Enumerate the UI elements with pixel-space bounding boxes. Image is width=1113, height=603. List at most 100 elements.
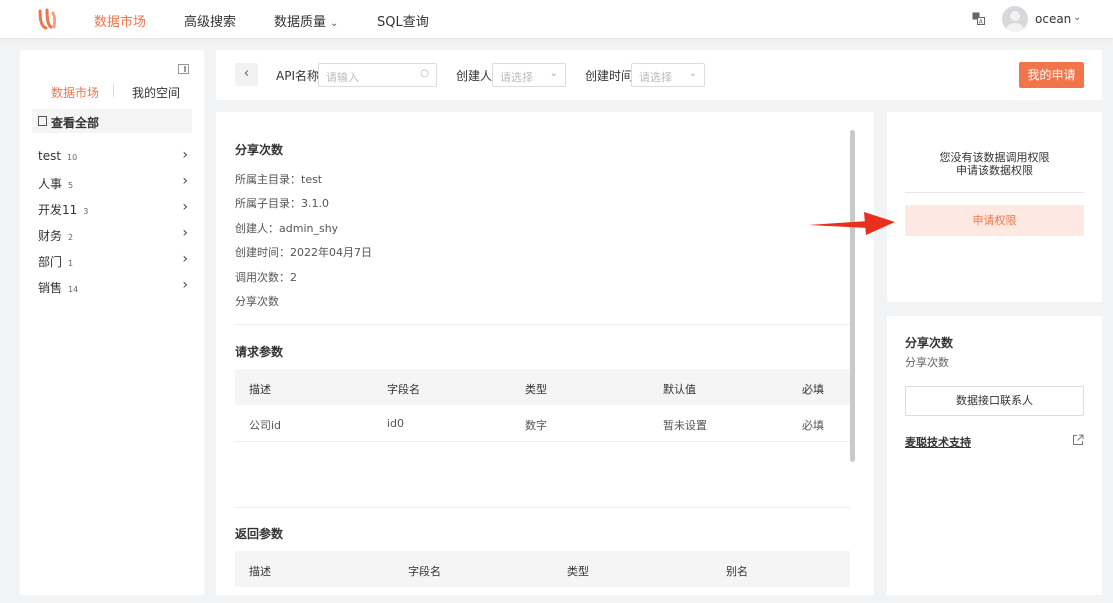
back-button[interactable]: ‹ bbox=[235, 63, 258, 86]
column-header: 别名 bbox=[726, 565, 748, 578]
category-count: 14 bbox=[68, 285, 79, 294]
api-detail-panel: 分享次数 所属主目录：test 所属子目录：3.1.0 创建人：admin_sh… bbox=[216, 112, 874, 595]
column-header: 字段名 bbox=[408, 565, 441, 578]
chevron-right-icon: › bbox=[182, 251, 188, 267]
chevron-down-icon: ⌄ bbox=[330, 18, 339, 29]
category-count: 1 bbox=[68, 259, 74, 268]
nav-data-quality[interactable]: 数据质量 ⌄ bbox=[274, 11, 338, 30]
request-params-title: 请求参数 bbox=[235, 345, 284, 359]
chevron-right-icon: › bbox=[182, 173, 188, 189]
info-main-dir: 所属主目录：test bbox=[235, 173, 323, 186]
sidebar-item-sales[interactable]: 销售 14 › bbox=[38, 277, 188, 297]
logo-icon[interactable] bbox=[37, 8, 59, 30]
sidebar: 数据市场 我的空间 查看全部 test 10 › 人事 5 › 开发11 3 › 财务… bbox=[20, 50, 204, 595]
contact-panel: 分享次数 分享次数 数据接口联系人 麦聪技术支持 bbox=[887, 316, 1102, 595]
view-all-label: 查看全部 bbox=[51, 116, 100, 130]
created-time-select[interactable]: 请选择 ⌄ bbox=[631, 63, 705, 87]
category-name: 人事 5 bbox=[38, 177, 74, 191]
column-header: 描述 bbox=[249, 565, 271, 578]
table-cell: 必填 bbox=[802, 419, 824, 432]
nav-data-quality-label: 数据质量 bbox=[274, 15, 327, 30]
column-header: 必填 bbox=[802, 383, 824, 396]
nav-data-market[interactable]: 数据市场 bbox=[94, 11, 146, 30]
sidebar-item-dev[interactable]: 开发11 3 › bbox=[38, 199, 188, 219]
info-call-count: 调用次数：2 bbox=[235, 271, 297, 284]
scrollbar[interactable] bbox=[850, 130, 855, 462]
table-row: 公司id id0 数字 暂未设置 必填 bbox=[235, 405, 850, 442]
view-all-button[interactable]: 查看全部 bbox=[32, 109, 192, 133]
request-params-header: 描述 字段名 类型 默认值 必填 bbox=[235, 369, 850, 405]
return-params-title: 返回参数 bbox=[235, 527, 284, 541]
language-icon[interactable]: A bbox=[972, 12, 985, 25]
external-link-icon[interactable] bbox=[1072, 434, 1084, 446]
api-name-label: API名称 bbox=[276, 69, 319, 83]
info-sub-dir: 所属子目录：3.1.0 bbox=[235, 197, 329, 210]
api-contact-button[interactable]: 数据接口联系人 bbox=[905, 386, 1084, 416]
return-params-header: 描述 字段名 类型 别名 bbox=[235, 551, 850, 587]
sidebar-item-finance[interactable]: 财务 2 › bbox=[38, 225, 188, 245]
info-share-count: 分享次数 bbox=[235, 295, 279, 308]
creator-placeholder: 请选择 bbox=[500, 71, 533, 84]
category-count: 5 bbox=[68, 181, 74, 190]
red-arrow-icon bbox=[808, 212, 895, 235]
table-cell: 公司id bbox=[249, 419, 282, 432]
category-name: test 10 bbox=[38, 149, 78, 163]
permission-panel: 您没有该数据调用权限 申请该数据权限 申请权限 bbox=[887, 112, 1102, 302]
collapse-sidebar-icon[interactable] bbox=[178, 64, 189, 74]
edit-doc-icon bbox=[38, 116, 47, 126]
chevron-right-icon: › bbox=[182, 225, 188, 241]
divider bbox=[905, 192, 1084, 193]
my-apply-button[interactable]: 我的申请 bbox=[1019, 62, 1084, 88]
nav-advanced-search[interactable]: 高级搜索 bbox=[184, 11, 236, 30]
column-header: 描述 bbox=[249, 383, 271, 396]
chevron-down-icon[interactable]: ⌄ bbox=[1073, 12, 1081, 23]
category-name: 部门 1 bbox=[38, 255, 74, 269]
tab-divider bbox=[113, 84, 114, 97]
contact-panel-title: 分享次数 bbox=[905, 336, 954, 350]
nav-sql-query[interactable]: SQL查询 bbox=[377, 11, 429, 30]
apply-permission-button[interactable]: 申请权限 bbox=[905, 205, 1084, 236]
detail-title: 分享次数 bbox=[235, 143, 284, 157]
column-header: 字段名 bbox=[387, 383, 420, 396]
created-time-placeholder: 请选择 bbox=[639, 71, 672, 84]
chevron-right-icon: › bbox=[182, 199, 188, 215]
section-divider bbox=[235, 507, 850, 508]
chevron-right-icon: › bbox=[182, 147, 188, 163]
table-cell: 暂未设置 bbox=[663, 419, 707, 432]
column-header: 类型 bbox=[567, 565, 589, 578]
creator-select[interactable]: 请选择 ⌄ bbox=[492, 63, 566, 87]
column-header: 默认值 bbox=[663, 383, 696, 396]
sidebar-item-hr[interactable]: 人事 5 › bbox=[38, 173, 188, 193]
category-count: 3 bbox=[83, 207, 89, 216]
tab-data-market[interactable]: 数据市场 bbox=[51, 84, 99, 101]
chevron-left-icon: ‹ bbox=[243, 66, 250, 81]
creator-label: 创建人 bbox=[456, 69, 493, 83]
table-cell: 数字 bbox=[525, 419, 547, 432]
category-count: 10 bbox=[67, 153, 78, 162]
contact-panel-subtitle: 分享次数 bbox=[905, 356, 949, 369]
section-divider bbox=[235, 324, 850, 325]
category-name: 财务 2 bbox=[38, 229, 74, 243]
filter-bar: ‹ API名称 请输入 ○ 创建人 请选择 ⌄ 创建时间 请选择 ⌄ 我的申请 bbox=[216, 50, 1102, 100]
sidebar-item-test[interactable]: test 10 › bbox=[38, 147, 188, 167]
sidebar-item-department[interactable]: 部门 1 › bbox=[38, 251, 188, 271]
tab-my-space[interactable]: 我的空间 bbox=[132, 84, 180, 101]
chevron-right-icon: › bbox=[182, 277, 188, 293]
apply-permission-hint: 申请该数据权限 bbox=[956, 164, 1033, 177]
api-name-input[interactable]: 请输入 ○ bbox=[318, 63, 437, 87]
tech-support-link[interactable]: 麦聪技术支持 bbox=[905, 434, 971, 450]
category-name: 销售 14 bbox=[38, 281, 79, 295]
info-creator: 创建人：admin_shy bbox=[235, 222, 339, 235]
table-cell: id0 bbox=[387, 417, 405, 430]
category-count: 2 bbox=[68, 233, 74, 242]
api-name-placeholder: 请输入 bbox=[326, 71, 359, 84]
search-icon: ○ bbox=[420, 68, 429, 79]
avatar[interactable] bbox=[1002, 6, 1028, 32]
created-time-label: 创建时间 bbox=[585, 69, 634, 83]
category-name: 开发11 3 bbox=[38, 203, 89, 217]
info-created-time: 创建时间：2022年04月7日 bbox=[235, 246, 372, 259]
top-nav: 数据市场 高级搜索 数据质量 ⌄ SQL查询 A ocean ⌄ bbox=[0, 0, 1113, 38]
user-name[interactable]: ocean bbox=[1035, 12, 1071, 26]
chevron-down-icon: ⌄ bbox=[549, 68, 558, 79]
column-header: 类型 bbox=[525, 383, 547, 396]
